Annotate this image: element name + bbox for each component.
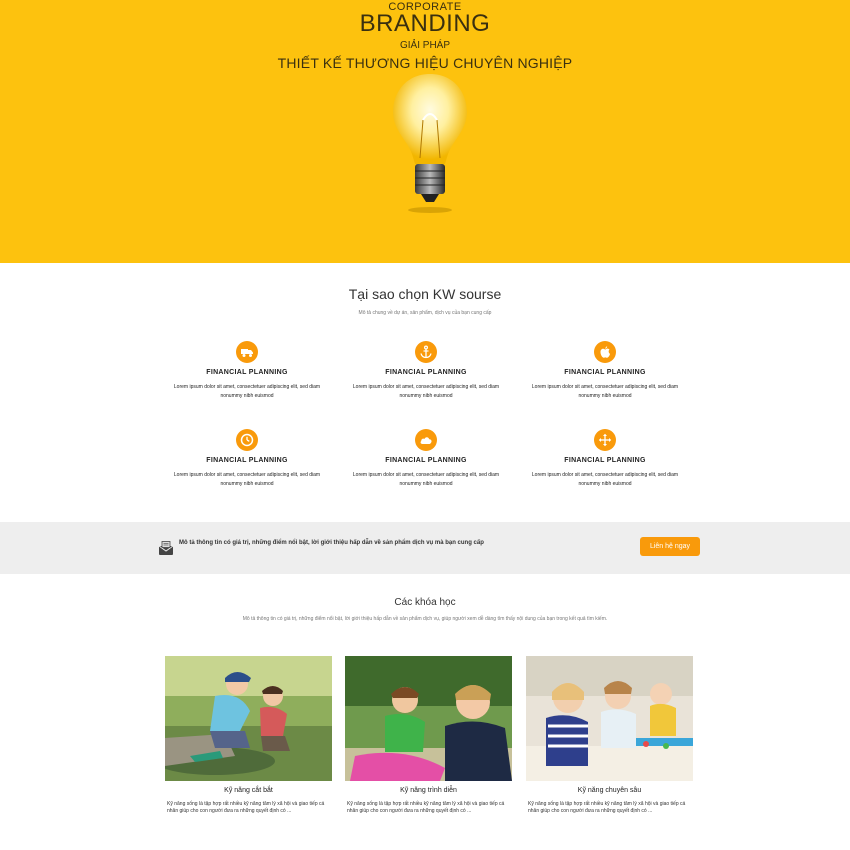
why-section-title: Tại sao chọn KW sourse — [348, 286, 502, 302]
feature-description: Lorem ipsum dolor sit amet, consectetuer… — [173, 472, 321, 487]
course-photo[interactable] — [165, 656, 332, 781]
hero-section: CORPORATE BRANDING GIẢI PHÁP THIẾT KẾ TH… — [0, 0, 850, 263]
course-title[interactable]: Kỹ năng chuyên sâu — [526, 787, 693, 794]
feature-description: Lorem ipsum dolor sit amet, consectetuer… — [531, 472, 679, 487]
feature-title: FINANCIAL PLANNING — [564, 457, 646, 464]
course-description: Kỹ năng sống là tập hợp rất nhiều kỹ năn… — [167, 801, 325, 814]
hero-title: BRANDING — [359, 10, 491, 37]
light-bulb-image — [393, 74, 467, 213]
feature-item: FINANCIAL PLANNING Lorem ipsum dolor sit… — [346, 429, 506, 489]
feature-description: Lorem ipsum dolor sit amet, consectetuer… — [352, 384, 500, 399]
clock-icon — [236, 429, 258, 451]
course-title[interactable]: Kỹ năng cắt bắt — [165, 787, 332, 794]
course-photo[interactable] — [345, 656, 512, 781]
banner-text: Mô tả thông tin có giá trị, những điểm n… — [179, 540, 484, 546]
course-photo-image — [165, 656, 332, 781]
course-description: Kỹ năng sống là tập hợp rất nhiều kỹ năn… — [528, 801, 686, 814]
contact-now-button[interactable]: Liên hệ ngay — [640, 537, 700, 556]
feature-title: FINANCIAL PLANNING — [385, 369, 467, 376]
course-card[interactable]: Kỹ năng trình diễn Kỹ năng sống là tập h… — [345, 656, 512, 815]
truck-icon — [236, 341, 258, 363]
course-card[interactable]: Kỹ năng chuyên sâu Kỹ năng sống là tập h… — [526, 656, 693, 815]
feature-title: FINANCIAL PLANNING — [385, 457, 467, 464]
cta-banner: Mô tả thông tin có giá trị, những điểm n… — [0, 522, 850, 574]
feature-item: FINANCIAL PLANNING Lorem ipsum dolor sit… — [346, 341, 506, 401]
feature-description: Lorem ipsum dolor sit amet, consectetuer… — [531, 384, 679, 399]
feature-item: FINANCIAL PLANNING Lorem ipsum dolor sit… — [167, 429, 327, 489]
feature-description: Lorem ipsum dolor sit amet, consectetuer… — [352, 472, 500, 487]
mail-envelope-icon — [158, 541, 174, 555]
feature-item: FINANCIAL PLANNING Lorem ipsum dolor sit… — [525, 429, 685, 489]
cloud-icon — [415, 429, 437, 451]
apple-icon — [594, 341, 616, 363]
feature-title: FINANCIAL PLANNING — [564, 369, 646, 376]
hero-subkicker: GIẢI PHÁP — [399, 40, 450, 51]
course-description: Kỹ năng sống là tập hợp rất nhiều kỹ năn… — [347, 801, 505, 814]
feature-description: Lorem ipsum dolor sit amet, consectetuer… — [173, 384, 321, 399]
why-section-subtitle: Mô tả chung về dự án, sản phẩm, dịch vụ … — [358, 310, 492, 316]
feature-title: FINANCIAL PLANNING — [206, 457, 288, 464]
move-arrows-icon — [594, 429, 616, 451]
course-card[interactable]: Kỹ năng cắt bắt Kỹ năng sống là tập hợp … — [165, 656, 332, 815]
courses-section-subtitle: Mô tả thông tin có giá trị, những điểm n… — [242, 616, 608, 622]
courses-section-title: Các khóa học — [394, 597, 456, 608]
course-photo-image — [345, 656, 512, 781]
course-title[interactable]: Kỹ năng trình diễn — [345, 787, 512, 794]
feature-item: FINANCIAL PLANNING Lorem ipsum dolor sit… — [525, 341, 685, 401]
anchor-icon — [415, 341, 437, 363]
course-photo-image — [526, 656, 693, 781]
feature-item: FINANCIAL PLANNING Lorem ipsum dolor sit… — [167, 341, 327, 401]
feature-title: FINANCIAL PLANNING — [206, 369, 288, 376]
course-photo[interactable] — [526, 656, 693, 781]
